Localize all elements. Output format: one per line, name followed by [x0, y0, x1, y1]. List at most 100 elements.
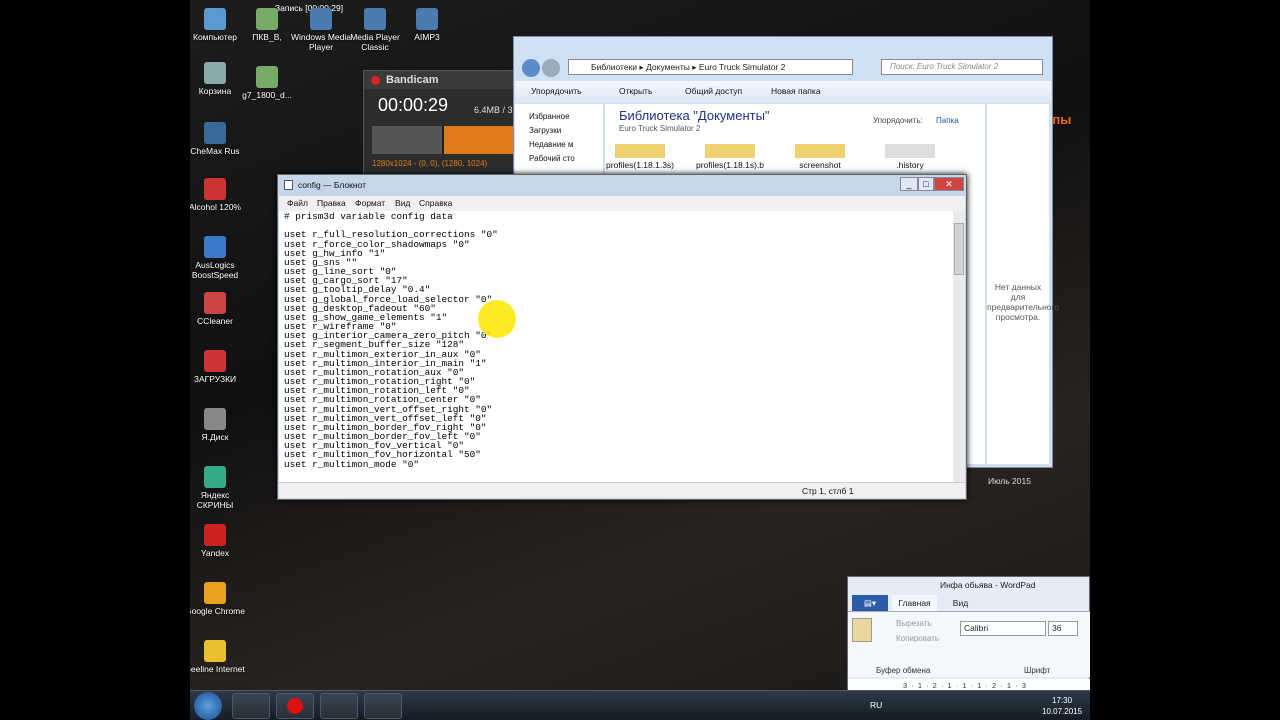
menu-format[interactable]: Формат: [355, 198, 385, 208]
file-item[interactable]: profiles(1.18.1.3s): [605, 144, 675, 170]
taskbar: RU 17:30 10.07.2015: [190, 690, 1090, 720]
share-button[interactable]: Общий доступ: [685, 86, 742, 96]
menu-bar: Файл Правка Формат Вид Справка: [279, 196, 965, 211]
desktop-icon[interactable]: Google Chrome: [190, 582, 246, 616]
copy-button[interactable]: Копировать: [896, 634, 939, 643]
organize-button[interactable]: Упорядочить: [531, 86, 582, 96]
taskbar-app-bandicam[interactable]: [276, 693, 314, 719]
arrange-label: Упорядочить:: [873, 116, 923, 125]
clock-time: 17:30: [1052, 696, 1073, 705]
language-indicator[interactable]: RU: [870, 700, 882, 710]
text-editor[interactable]: # prism3d variable config data uset r_fu…: [279, 211, 965, 489]
app-icon: [256, 8, 278, 30]
file-name: screenshot: [799, 160, 841, 170]
font-name-field[interactable]: Calibri: [960, 621, 1046, 636]
file-name: profiles(1.18.1s).b: [695, 160, 765, 170]
file-menu-button[interactable]: ▤▾: [852, 595, 888, 611]
tab-view[interactable]: Вид: [938, 595, 983, 611]
desktop-icon-label: ЗАГРУЗКИ: [193, 374, 237, 384]
file-item[interactable]: profiles(1.18.1s).b: [695, 144, 765, 170]
open-button[interactable]: Открыть: [619, 86, 652, 96]
screen-mode-tab[interactable]: [444, 126, 520, 154]
bandicam-window[interactable]: Bandicam 00:00:29 6.4MB / 3 1280x1024 - …: [363, 70, 523, 178]
breadcrumb-libraries[interactable]: Библиотеки: [591, 62, 637, 72]
tab-home[interactable]: Главная: [892, 595, 937, 611]
desktop-icon[interactable]: Yandex: [190, 524, 246, 558]
desktop-icon[interactable]: ПКВ_В,: [236, 8, 298, 42]
menu-edit[interactable]: Правка: [317, 198, 346, 208]
library-title: Библиотека "Документы": [619, 108, 770, 123]
file-icon: [885, 144, 935, 158]
taskbar-app-folders[interactable]: [320, 693, 358, 719]
desktop-icon[interactable]: AusLogics BoostSpeed: [190, 236, 246, 280]
file-item[interactable]: screenshot: [785, 144, 855, 170]
back-button[interactable]: [522, 59, 540, 77]
desktop-icon[interactable]: Windows Media Player: [290, 8, 352, 52]
app-icon: [310, 8, 332, 30]
record-icon: [371, 76, 380, 85]
font-size-field[interactable]: 36: [1048, 621, 1078, 636]
cursor-position: Стр 1, стлб 1: [802, 486, 854, 496]
desktop-icon[interactable]: Я.Диск: [190, 408, 246, 442]
app-icon: [364, 8, 386, 30]
bandicam-title: Bandicam: [386, 74, 439, 86]
taskbar-app-explorer[interactable]: [232, 693, 270, 719]
desktop-icon-label: ПКВ_В,: [252, 32, 282, 42]
forward-button[interactable]: [542, 59, 560, 77]
desktop-icon-label: AusLogics BoostSpeed: [191, 260, 239, 280]
close-button[interactable]: ✕: [934, 177, 964, 191]
arrange-dropdown[interactable]: Папка: [936, 116, 959, 125]
taskbar-app-notepad[interactable]: [364, 693, 402, 719]
desktop-icon[interactable]: CheMax Rus: [190, 122, 246, 156]
status-bar: Стр 1, стлб 1: [279, 482, 965, 498]
vertical-scrollbar[interactable]: [953, 211, 965, 489]
sidebar-item-favorites[interactable]: Избранное: [529, 112, 570, 121]
menu-help[interactable]: Справка: [419, 198, 452, 208]
app-icon: [204, 640, 226, 662]
file-item[interactable]: .history: [875, 144, 945, 170]
app-icon: [204, 122, 226, 144]
search-input[interactable]: Поиск: Euro Truck Simulator 2: [881, 59, 1043, 75]
gamepad-mode-tab[interactable]: [372, 126, 442, 154]
breadcrumb-ets2[interactable]: Euro Truck Simulator 2: [699, 62, 785, 72]
file-name: .history: [896, 160, 924, 170]
app-icon: [204, 236, 226, 258]
desktop-icon[interactable]: Beeline Internet: [190, 640, 246, 674]
cut-button[interactable]: Вырезать: [896, 619, 932, 628]
wordpad-window[interactable]: Инфа обьява - WordPad ▤▾ Главная Вид Выр…: [847, 576, 1090, 693]
taskbar-clock[interactable]: 17:30 10.07.2015: [1042, 695, 1082, 717]
app-icon: [204, 408, 226, 430]
desktop-icon[interactable]: AIMP3: [396, 8, 458, 42]
maximize-button[interactable]: □: [918, 177, 934, 191]
new-folder-button[interactable]: Новая папка: [771, 86, 821, 96]
menu-view[interactable]: Вид: [395, 198, 410, 208]
paste-icon[interactable]: [852, 618, 872, 642]
notepad-window[interactable]: config — Блокнот _ □ ✕ Файл Правка Форма…: [277, 174, 967, 500]
minimize-button[interactable]: _: [900, 177, 918, 191]
cursor-highlight: [478, 300, 516, 338]
sidebar-item-downloads[interactable]: Загрузки: [529, 126, 561, 135]
start-button[interactable]: [194, 692, 222, 720]
scroll-thumb[interactable]: [954, 223, 964, 275]
desktop-icon-label: CheMax Rus: [190, 146, 240, 156]
menu-file[interactable]: Файл: [287, 198, 308, 208]
app-icon: [204, 350, 226, 372]
desktop-icon[interactable]: g7_1800_d...: [236, 66, 298, 100]
record-icon: [287, 698, 303, 714]
breadcrumb-documents[interactable]: Документы: [646, 62, 690, 72]
sidebar-item-desktop[interactable]: Рабочий сто: [529, 154, 575, 163]
desktop-icon[interactable]: Alcohol 120%: [190, 178, 246, 212]
desktop-icon-label: Yandex: [200, 548, 230, 558]
desktop: Запись [00:00:29] Компьютер Корзина CheMax…: [190, 0, 1090, 720]
desktop-icon-label: AIMP3: [414, 32, 440, 42]
bandicam-mode-tabs: [372, 126, 520, 154]
bandicam-titlebar[interactable]: Bandicam: [364, 71, 522, 89]
address-bar[interactable]: Библиотеки ▸ Документы ▸ Euro Truck Simu…: [568, 59, 853, 75]
app-icon: [256, 66, 278, 88]
desktop-icon[interactable]: ЗАГРУЗКИ: [190, 350, 246, 384]
desktop-icon-label: Google Chrome: [190, 606, 245, 616]
sidebar-item-recent[interactable]: Недавние м: [529, 140, 573, 149]
desktop-icon[interactable]: CCleaner: [190, 292, 246, 326]
file-name: profiles(1.18.1.3s): [605, 160, 675, 170]
desktop-icon[interactable]: Яндекс СКРИНЫ: [190, 466, 246, 510]
